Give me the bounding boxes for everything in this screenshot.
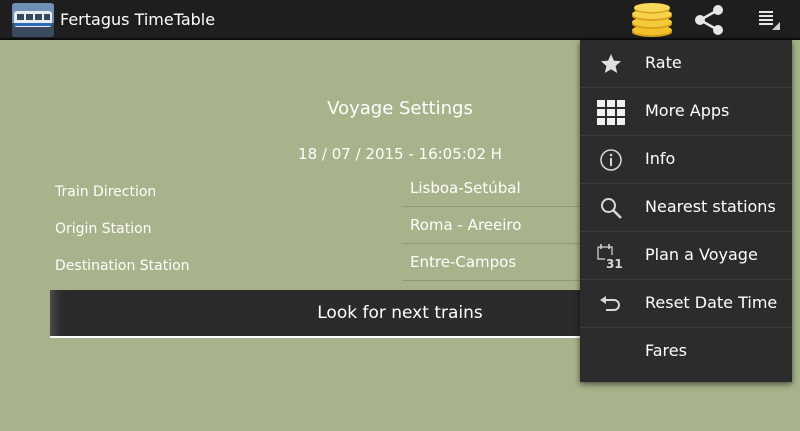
destination-station-spinner[interactable]: Entre-Campos	[402, 251, 598, 281]
menu-item-label: Info	[645, 149, 676, 168]
train-direction-spinner[interactable]: Lisboa-Setúbal	[402, 177, 598, 207]
menu-item-label: More Apps	[645, 101, 730, 120]
menu-item-more-apps[interactable]: More Apps	[580, 88, 792, 136]
origin-station-spinner[interactable]: Roma - Areeiro	[402, 214, 598, 244]
action-bar: Fertagus TimeTable	[0, 0, 800, 40]
search-icon	[596, 195, 626, 221]
undo-icon	[596, 291, 626, 317]
menu-item-fares[interactable]: Fares	[580, 328, 792, 376]
train-direction-label: Train Direction	[55, 184, 157, 200]
section-title: Voyage Settings	[327, 98, 473, 119]
overflow-menu: Rate More Apps Info Nearest stations 31 …	[580, 40, 792, 382]
date-time-display[interactable]: 18 / 07 / 2015 - 16:05:02 H	[260, 145, 540, 163]
menu-item-label: Reset Date Time	[645, 293, 778, 312]
app-title: Fertagus TimeTable	[60, 10, 216, 29]
destination-station-label: Destination Station	[55, 258, 190, 274]
menu-item-label: Plan a Voyage	[645, 245, 758, 264]
menu-item-reset-date-time[interactable]: Reset Date Time	[580, 280, 792, 328]
grid-icon	[596, 99, 626, 125]
menu-item-label: Rate	[645, 53, 682, 72]
menu-item-rate[interactable]: Rate	[580, 40, 792, 88]
share-icon[interactable]	[691, 3, 727, 37]
menu-item-info[interactable]: Info	[580, 136, 792, 184]
menu-item-label: Nearest stations	[645, 197, 776, 216]
coins-icon[interactable]	[630, 2, 674, 38]
calendar-day-text: 31	[606, 257, 623, 269]
info-icon	[596, 147, 626, 173]
menu-item-nearest-stations[interactable]: Nearest stations	[580, 184, 792, 232]
calendar-icon: 31	[596, 243, 626, 269]
star-icon	[596, 51, 626, 77]
overflow-menu-icon[interactable]	[756, 8, 784, 32]
origin-station-label: Origin Station	[55, 221, 152, 237]
menu-item-plan-a-voyage[interactable]: 31 Plan a Voyage	[580, 232, 792, 280]
app-logo-icon[interactable]	[12, 3, 54, 37]
menu-item-label: Fares	[645, 341, 687, 360]
